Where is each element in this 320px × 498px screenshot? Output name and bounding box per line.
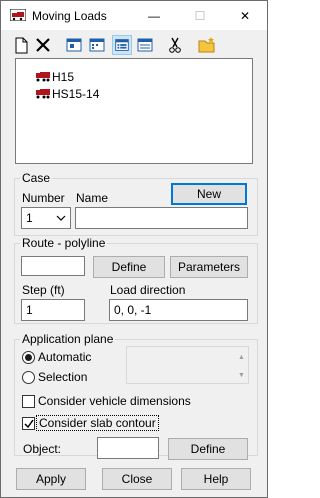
scroll-up-icon[interactable]: ▲	[237, 353, 246, 362]
route-group-label: Route - polyline	[20, 236, 108, 250]
app-icon	[10, 9, 26, 21]
selection-label: Selection	[38, 370, 88, 384]
view-list-icon[interactable]	[112, 35, 132, 55]
load-label: HS15-14	[52, 87, 100, 101]
view-small-icon[interactable]	[87, 35, 107, 55]
checkmark-icon	[24, 419, 34, 429]
selection-list[interactable]: ▲ ▼	[126, 346, 249, 384]
case-group-label: Case	[20, 171, 53, 185]
toolbar	[1, 31, 267, 59]
chevron-down-icon	[56, 215, 66, 221]
close-button[interactable]: Close	[102, 468, 172, 490]
new-button[interactable]: New	[171, 183, 247, 205]
vehicle-dimensions-checkbox[interactable]	[22, 395, 35, 408]
close-window-button[interactable]: ✕	[230, 5, 260, 27]
object-label: Object:	[23, 442, 62, 456]
step-input[interactable]: 1	[21, 299, 85, 321]
selection-radio[interactable]	[22, 371, 35, 384]
view-details-icon[interactable]	[135, 35, 155, 55]
cut-icon[interactable]	[165, 35, 185, 55]
object-define-button[interactable]: Define	[168, 438, 248, 460]
number-label: Number	[22, 191, 65, 205]
moving-loads-list[interactable]: H15 HS15-14	[15, 58, 253, 164]
view-large-icon[interactable]	[64, 35, 84, 55]
slab-contour-checkbox[interactable]	[22, 417, 35, 430]
step-label: Step (ft)	[22, 283, 65, 297]
route-input[interactable]	[21, 256, 85, 276]
route-define-button[interactable]: Define	[93, 256, 165, 278]
vehicle-icon	[36, 89, 50, 99]
load-direction-label: Load direction	[110, 283, 186, 297]
load-label: H15	[52, 70, 75, 84]
vehicle-icon	[36, 72, 50, 82]
help-button[interactable]: Help	[181, 468, 251, 490]
scroll-down-icon[interactable]: ▼	[237, 371, 246, 380]
load-direction-input[interactable]: 0, 0, -1	[109, 299, 248, 321]
automatic-label: Automatic	[38, 350, 92, 364]
automatic-radio[interactable]	[22, 351, 35, 364]
open-folder-icon[interactable]	[197, 35, 217, 55]
delete-icon[interactable]	[33, 35, 53, 55]
case-name-input[interactable]	[75, 207, 248, 229]
apply-button[interactable]: Apply	[16, 468, 86, 490]
object-input[interactable]	[97, 437, 159, 459]
moving-loads-window: Moving Loads — ☐ ✕ H15 HS15-14 Case Numb…	[0, 0, 268, 498]
new-document-icon[interactable]	[11, 35, 31, 55]
title-bar: Moving Loads — ☐ ✕	[1, 1, 267, 30]
window-title: Moving Loads	[32, 9, 107, 23]
application-plane-label: Application plane	[20, 332, 116, 346]
parameters-button[interactable]: Parameters	[170, 256, 248, 278]
case-number-dropdown[interactable]: 1	[21, 207, 71, 229]
case-number-value: 1	[26, 211, 33, 225]
vehicle-dimensions-label: Consider vehicle dimensions	[38, 394, 191, 408]
slab-contour-label: Consider slab contour	[36, 415, 159, 431]
maximize-button[interactable]: ☐	[185, 5, 215, 27]
name-label: Name	[76, 191, 109, 205]
minimize-button[interactable]: —	[139, 5, 169, 27]
